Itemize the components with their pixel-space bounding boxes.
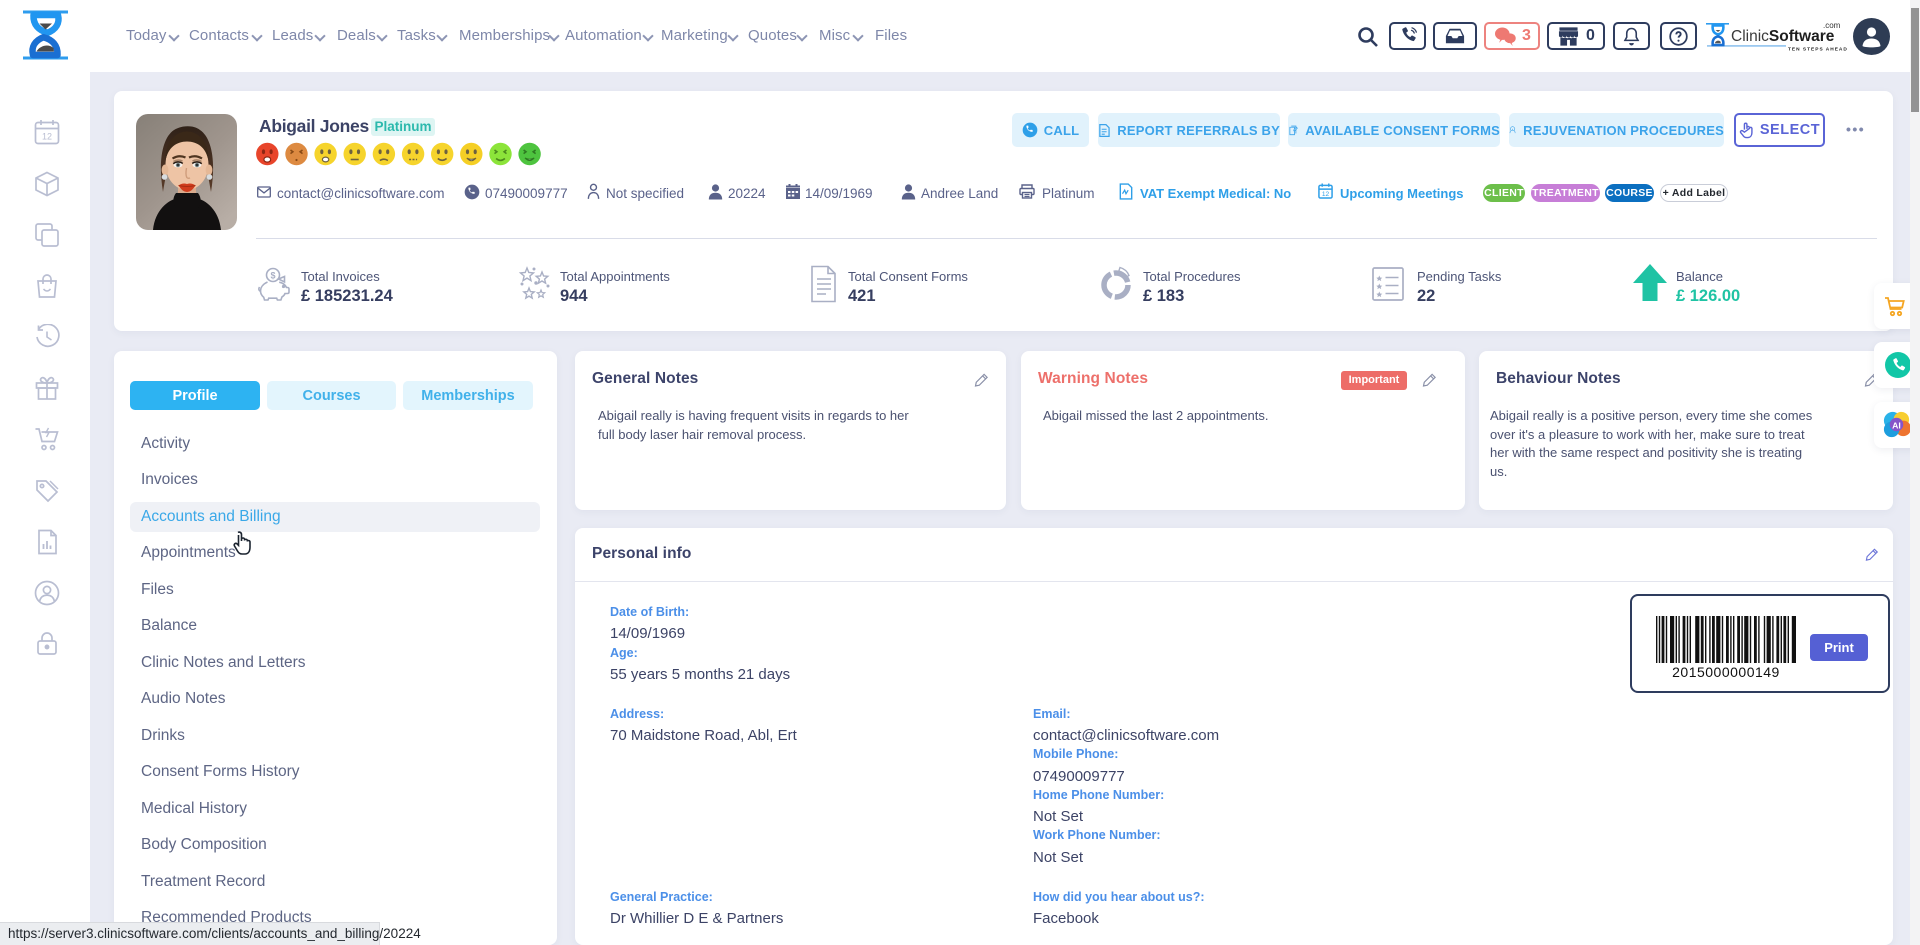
svg-text:ClinicSoftware: ClinicSoftware bbox=[1731, 28, 1835, 45]
svg-text:.com: .com bbox=[1823, 21, 1841, 30]
svg-text:$: $ bbox=[270, 271, 275, 281]
svg-text:TEN STEPS AHEAD: TEN STEPS AHEAD bbox=[1788, 47, 1848, 53]
svg-text:12: 12 bbox=[1322, 191, 1330, 198]
svg-text:AI: AI bbox=[1892, 420, 1901, 430]
svg-text:12: 12 bbox=[42, 132, 52, 142]
